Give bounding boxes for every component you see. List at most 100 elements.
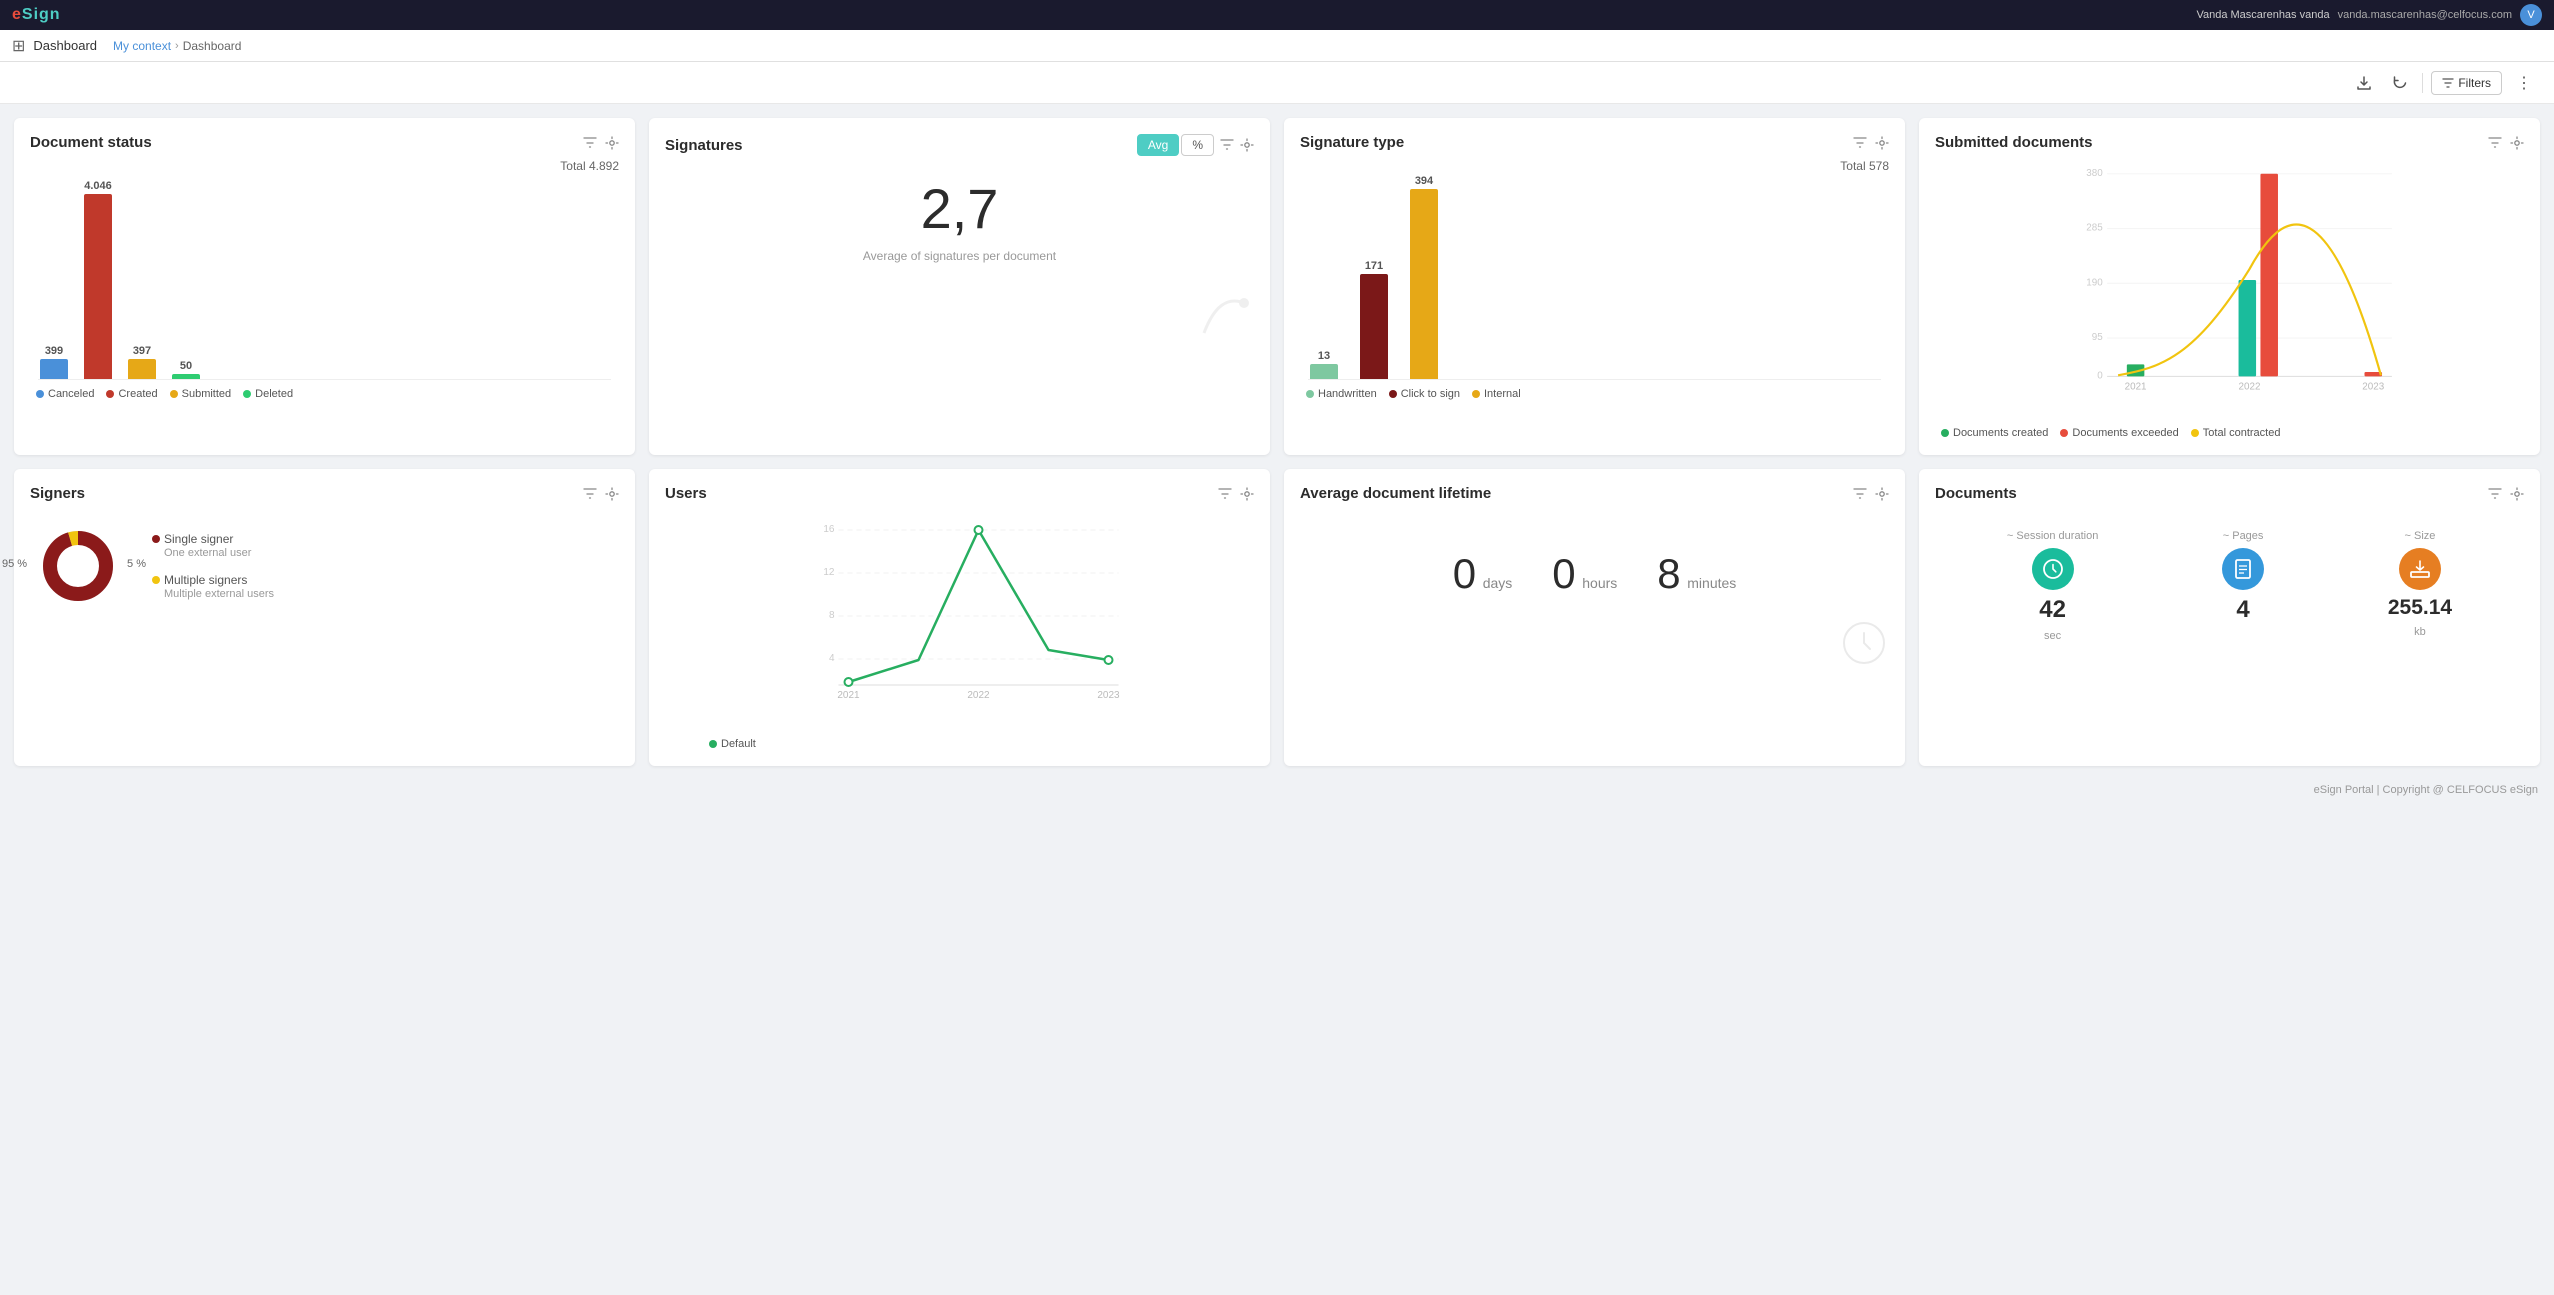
settings-documents[interactable] — [2510, 487, 2524, 501]
legend-sig-type-main: Handwritten Click to sign Internal — [1300, 380, 1889, 400]
legend-doc-status-main: Canceled Created Submitted Deleted — [30, 380, 619, 400]
settings-signatures[interactable] — [1240, 138, 1254, 152]
donut-pct-right: 5 % — [127, 558, 146, 570]
signers-donut-area: 95 % 5 % — [38, 526, 118, 606]
bar-click-main — [1360, 274, 1388, 379]
footer-text: eSign Portal | Copyright @ CELFOCUS eSig… — [2314, 784, 2538, 796]
stat-session-value: 42 — [2039, 596, 2066, 624]
svg-text:2022: 2022 — [2239, 382, 2261, 393]
stat-pages-icon — [2222, 548, 2264, 590]
sig-icon-area — [665, 283, 1254, 343]
breadcrumb-separator: › — [175, 40, 179, 52]
users-card-main: Users 16 12 8 4 — [649, 469, 1270, 766]
stat-session-icon — [2032, 548, 2074, 590]
footer: eSign Portal | Copyright @ CELFOCUS eSig… — [0, 780, 2554, 800]
filters-button[interactable]: Filters — [2431, 71, 2502, 95]
users-chart-main: 16 12 8 4 2021 2022 2023 — [665, 510, 1254, 730]
svg-text:4: 4 — [829, 653, 835, 664]
signer-multiple: Multiple signers Multiple external users — [152, 573, 274, 600]
sig-type-total-main: Total 578 — [1300, 159, 1889, 173]
stat-pages-value: 4 — [2236, 596, 2249, 624]
signers-title-main: Signers — [30, 485, 85, 502]
settings-submitted-main[interactable] — [2510, 136, 2524, 150]
submitted-chart-main: 380 285 190 95 0 — [1935, 159, 2524, 419]
documents-card-main: Documents ~ Session duration — [1919, 469, 2540, 766]
toolbar: Filters ⋮ — [0, 62, 2554, 104]
submitted-svg: 380 285 190 95 0 — [1981, 165, 2518, 395]
legend-submitted-main: Documents created Documents exceeded Tot… — [1935, 419, 2524, 439]
bar-canceled-main — [40, 359, 68, 379]
filter-users-main[interactable] — [1218, 487, 1232, 501]
lifetime-days-unit: days — [1483, 575, 1513, 591]
bar-deleted-main — [172, 374, 200, 379]
settings-sig-type[interactable] — [1875, 136, 1889, 150]
svg-text:2023: 2023 — [2362, 382, 2384, 393]
lifetime-hours-unit: hours — [1582, 575, 1617, 591]
doc-status-bars: 399 4.046 397 50 — [30, 179, 619, 379]
sig-avg-main: 2,7 — [665, 176, 1254, 241]
doc-status-total-main: Total 4.892 — [30, 159, 619, 173]
dashboard-grid: Document status Total 4.892 399 4.046 — [0, 104, 2554, 780]
lifetime-days-main: 0 days — [1453, 550, 1513, 598]
signer-multiple-sub: Multiple external users — [152, 588, 274, 600]
documents-title-main: Documents — [1935, 485, 2017, 502]
breadcrumb-home[interactable]: My context — [113, 39, 171, 53]
avg-lifetime-card-main: Average document lifetime 0 days 0 hours… — [1284, 469, 1905, 766]
filter-submitted-main[interactable] — [2488, 136, 2502, 150]
stat-pages-label: ~ Pages — [2223, 530, 2264, 542]
dot-single — [152, 535, 160, 543]
submitted-docs-title-main: Submitted documents — [1935, 134, 2093, 151]
signers-card-main: Signers 95 % 5 % — [14, 469, 635, 766]
sig-type-title-main: Signature type — [1300, 134, 1404, 151]
stat-session-unit: sec — [2044, 630, 2061, 642]
lifetime-minutes-main: 8 minutes — [1657, 550, 1736, 598]
users-line-svg: 16 12 8 4 2021 2022 2023 — [709, 520, 1248, 700]
bar-handwritten-main — [1310, 364, 1338, 379]
submitted-docs-card-main: Submitted documents 380 285 190 95 0 — [1919, 118, 2540, 455]
signer-single: Single signer One external user — [152, 532, 274, 559]
filter-avg-lifetime[interactable] — [1853, 487, 1867, 501]
users-legend-main: Default — [665, 730, 1254, 750]
avg-lifetime-title-main: Average document lifetime — [1300, 485, 1491, 502]
svg-text:8: 8 — [829, 610, 835, 621]
lifetime-values: 0 days 0 hours 8 minutes — [1300, 510, 1889, 618]
documents-stats-row: ~ Session duration 42 sec ~ Pages — [1935, 510, 2524, 662]
svg-text:190: 190 — [2086, 277, 2103, 288]
settings-users-main[interactable] — [1240, 487, 1254, 501]
refresh-button[interactable] — [2386, 71, 2414, 95]
grid-icon: ⊞ — [12, 36, 25, 56]
filter-signatures[interactable] — [1220, 138, 1234, 152]
lifetime-hours-main: 0 hours — [1552, 550, 1617, 598]
stat-pages: ~ Pages 4 — [2222, 530, 2264, 642]
filter-sig-type[interactable] — [1853, 136, 1867, 150]
settings-doc-status[interactable] — [605, 136, 619, 150]
lifetime-minutes-unit: minutes — [1687, 575, 1736, 591]
bar-created-main — [84, 194, 112, 379]
svg-text:285: 285 — [2086, 223, 2103, 234]
avatar[interactable]: V — [2520, 4, 2542, 26]
lifetime-minutes-num: 8 — [1657, 550, 1680, 597]
toggle-pct-main[interactable]: % — [1181, 134, 1214, 156]
download-button[interactable] — [2350, 71, 2378, 95]
stat-pages-unit — [2242, 630, 2245, 642]
toolbar-divider — [2422, 73, 2423, 93]
logo: eSign — [12, 6, 61, 24]
stat-session: ~ Session duration 42 sec — [2007, 530, 2098, 642]
filter-documents[interactable] — [2488, 487, 2502, 501]
settings-signers[interactable] — [605, 487, 619, 501]
filters-label: Filters — [2458, 76, 2491, 90]
lifetime-hours-num: 0 — [1552, 550, 1575, 597]
sig-avg-label-main: Average of signatures per document — [665, 249, 1254, 263]
filter-doc-status[interactable] — [583, 136, 597, 150]
stat-size: ~ Size 255.14 kb — [2388, 530, 2452, 638]
breadcrumb-bar: ⊞ Dashboard My context › Dashboard — [0, 30, 2554, 62]
user-name: Vanda Mascarenhas vanda — [2196, 9, 2329, 21]
bar-submitted-main — [128, 359, 156, 379]
settings-avg-lifetime[interactable] — [1875, 487, 1889, 501]
toggle-avg-main[interactable]: Avg — [1137, 134, 1179, 156]
more-options-button[interactable]: ⋮ — [2510, 69, 2538, 97]
stat-size-icon — [2399, 548, 2441, 590]
filter-signers[interactable] — [583, 487, 597, 501]
doc-status-title-main: Document status — [30, 134, 152, 151]
user-email: vanda.mascarenhas@celfocus.com — [2338, 9, 2512, 21]
